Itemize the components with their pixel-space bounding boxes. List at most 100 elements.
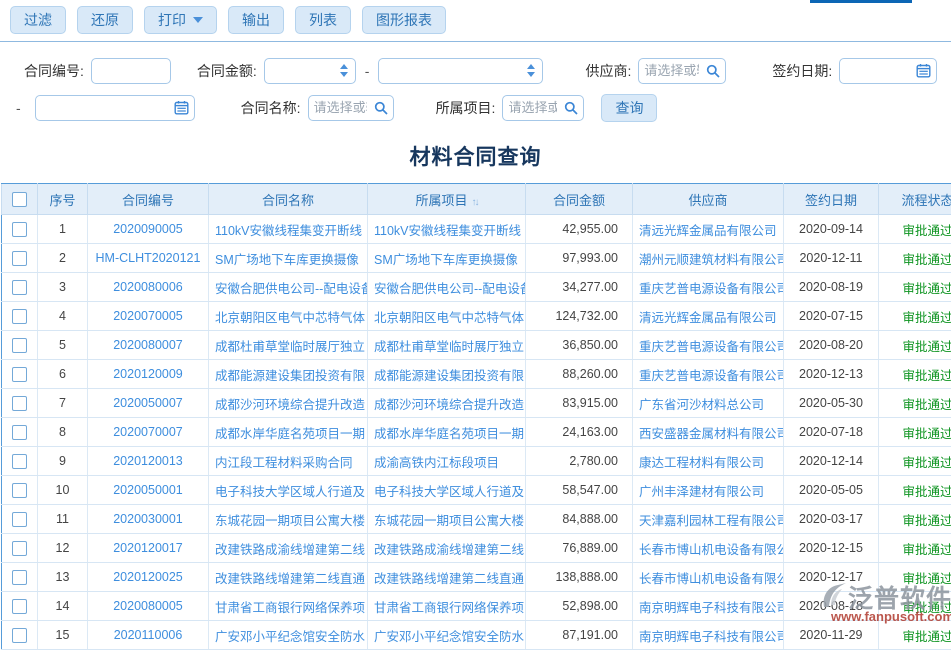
cell-code[interactable]: 2020090005 xyxy=(88,215,209,244)
cell-name[interactable]: 成都沙河环境综合提升改造 xyxy=(209,389,368,418)
cell-status[interactable]: 审批通过 xyxy=(879,244,951,273)
cell-supplier[interactable]: 广东省河沙材料总公司 xyxy=(633,389,784,418)
cell-code[interactable]: 2020120009 xyxy=(88,360,209,389)
cell-status[interactable]: 审批通过 xyxy=(879,302,951,331)
cell-project[interactable]: 改建铁路线增建第二线直通 xyxy=(368,563,526,592)
cell-code[interactable]: 2020070005 xyxy=(88,302,209,331)
cell-status[interactable]: 审批通过 xyxy=(879,447,951,476)
cell-supplier[interactable]: 重庆艺普电源设备有限公司 xyxy=(633,273,784,302)
cell-project[interactable]: 成都沙河环境综合提升改造 xyxy=(368,389,526,418)
row-checkbox[interactable] xyxy=(12,251,27,266)
toolbar-button-filter[interactable]: 过滤 xyxy=(10,6,66,34)
cell-name[interactable]: 成都水岸华庭名苑项目一期 xyxy=(209,418,368,447)
amount-to-input[interactable] xyxy=(379,60,525,82)
amount-from-stepper[interactable] xyxy=(338,64,355,77)
cell-status[interactable]: 审批通过 xyxy=(879,418,951,447)
cell-status[interactable]: 审批通过 xyxy=(879,621,951,650)
cell-name[interactable]: 改建铁路成渝线增建第二线 xyxy=(209,534,368,563)
cell-name[interactable]: 内江段工程材料采购合同 xyxy=(209,447,368,476)
cell-project[interactable]: 改建铁路成渝线增建第二线 xyxy=(368,534,526,563)
cell-status[interactable]: 审批通过 xyxy=(879,592,951,621)
cell-name[interactable]: 电子科技大学区域人行道及 xyxy=(209,476,368,505)
header-supplier[interactable]: 供应商 xyxy=(633,184,784,215)
header-name[interactable]: 合同名称 xyxy=(209,184,368,215)
contract-name-input[interactable] xyxy=(309,97,372,119)
header-code[interactable]: 合同编号 xyxy=(88,184,209,215)
header-no[interactable]: 序号 xyxy=(38,184,88,215)
cell-code[interactable]: 2020120025 xyxy=(88,563,209,592)
header-date[interactable]: 签约日期 xyxy=(784,184,879,215)
spin-down-icon[interactable] xyxy=(527,72,535,77)
cell-project[interactable]: 东城花园一期项目公寓大楼 xyxy=(368,505,526,534)
toolbar-button-list[interactable]: 列表 xyxy=(295,6,351,34)
cell-project[interactable]: 成都杜甫草堂临时展厅独立 xyxy=(368,331,526,360)
cell-code[interactable]: 2020050001 xyxy=(88,476,209,505)
amount-to-stepper[interactable] xyxy=(525,64,542,77)
search-button[interactable]: 查询 xyxy=(601,94,657,122)
toolbar-button-export[interactable]: 输出 xyxy=(228,6,284,34)
toolbar-button-print[interactable]: 打印 xyxy=(144,6,217,34)
cell-code[interactable]: 2020030001 xyxy=(88,505,209,534)
calendar-icon[interactable] xyxy=(172,100,194,115)
cell-supplier[interactable]: 广州丰泽建材有限公司 xyxy=(633,476,784,505)
toolbar-button-graph-report[interactable]: 图形报表 xyxy=(362,6,446,34)
sign-date-to-input[interactable] xyxy=(36,97,172,119)
spin-down-icon[interactable] xyxy=(340,72,348,77)
cell-project[interactable]: 110kV安徽线程集变开断线 xyxy=(368,215,526,244)
row-checkbox[interactable] xyxy=(12,454,27,469)
cell-name[interactable]: 东城花园一期项目公寓大楼 xyxy=(209,505,368,534)
cell-project[interactable]: 安徽合肥供电公司--配电设备 xyxy=(368,273,526,302)
row-checkbox[interactable] xyxy=(12,367,27,382)
cell-status[interactable]: 审批通过 xyxy=(879,215,951,244)
cell-status[interactable]: 审批通过 xyxy=(879,563,951,592)
cell-name[interactable]: SM广场地下车库更换摄像 xyxy=(209,244,368,273)
cell-name[interactable]: 成都能源建设集团投资有限 xyxy=(209,360,368,389)
cell-supplier[interactable]: 重庆艺普电源设备有限公司 xyxy=(633,331,784,360)
calendar-icon[interactable] xyxy=(914,63,936,78)
row-checkbox[interactable] xyxy=(12,599,27,614)
cell-name[interactable]: 成都杜甫草堂临时展厅独立 xyxy=(209,331,368,360)
sort-icon[interactable]: ↑↓ xyxy=(472,197,478,208)
row-checkbox[interactable] xyxy=(12,425,27,440)
row-checkbox[interactable] xyxy=(12,280,27,295)
header-project[interactable]: 所属项目↑↓ xyxy=(368,184,526,215)
spin-up-icon[interactable] xyxy=(527,64,535,69)
cell-supplier[interactable]: 南京明辉电子科技有限公司 xyxy=(633,592,784,621)
header-amount[interactable]: 合同金额 xyxy=(526,184,633,215)
cell-project[interactable]: 成都水岸华庭名苑项目一期 xyxy=(368,418,526,447)
cell-name[interactable]: 广安邓小平纪念馆安全防水 xyxy=(209,621,368,650)
cell-status[interactable]: 审批通过 xyxy=(879,331,951,360)
cell-code[interactable]: 2020080005 xyxy=(88,592,209,621)
cell-name[interactable]: 甘肃省工商银行网络保养项 xyxy=(209,592,368,621)
supplier-input[interactable] xyxy=(639,60,704,82)
row-checkbox[interactable] xyxy=(12,570,27,585)
cell-status[interactable]: 审批通过 xyxy=(879,476,951,505)
cell-supplier[interactable]: 清远光辉金属品有限公司 xyxy=(633,215,784,244)
cell-supplier[interactable]: 长春市博山机电设备有限公司 xyxy=(633,563,784,592)
cell-supplier[interactable]: 西安盛器金属材料有限公司 xyxy=(633,418,784,447)
row-checkbox[interactable] xyxy=(12,222,27,237)
project-input[interactable] xyxy=(503,97,562,119)
cell-project[interactable]: 成渝高铁内江标段项目 xyxy=(368,447,526,476)
search-icon[interactable] xyxy=(704,64,725,78)
row-checkbox[interactable] xyxy=(12,338,27,353)
spin-up-icon[interactable] xyxy=(340,64,348,69)
cell-status[interactable]: 审批通过 xyxy=(879,360,951,389)
cell-status[interactable]: 审批通过 xyxy=(879,389,951,418)
cell-name[interactable]: 安徽合肥供电公司--配电设备 xyxy=(209,273,368,302)
row-checkbox[interactable] xyxy=(12,396,27,411)
cell-status[interactable]: 审批通过 xyxy=(879,505,951,534)
sign-date-from-input[interactable] xyxy=(840,60,914,82)
amount-from-input[interactable] xyxy=(265,60,338,82)
cell-project[interactable]: 北京朝阳区电气中芯特气体 xyxy=(368,302,526,331)
cell-code[interactable]: HM-CLHT2020121 xyxy=(88,244,209,273)
select-all-checkbox[interactable] xyxy=(12,192,27,207)
cell-code[interactable]: 2020070007 xyxy=(88,418,209,447)
cell-project[interactable]: 成都能源建设集团投资有限 xyxy=(368,360,526,389)
cell-project[interactable]: 电子科技大学区域人行道及 xyxy=(368,476,526,505)
cell-supplier[interactable]: 清远光辉金属品有限公司 xyxy=(633,302,784,331)
cell-supplier[interactable]: 天津嘉利园林工程有限公司 xyxy=(633,505,784,534)
cell-supplier[interactable]: 潮州元顺建筑材料有限公司 xyxy=(633,244,784,273)
cell-status[interactable]: 审批通过 xyxy=(879,273,951,302)
cell-project[interactable]: 甘肃省工商银行网络保养项 xyxy=(368,592,526,621)
